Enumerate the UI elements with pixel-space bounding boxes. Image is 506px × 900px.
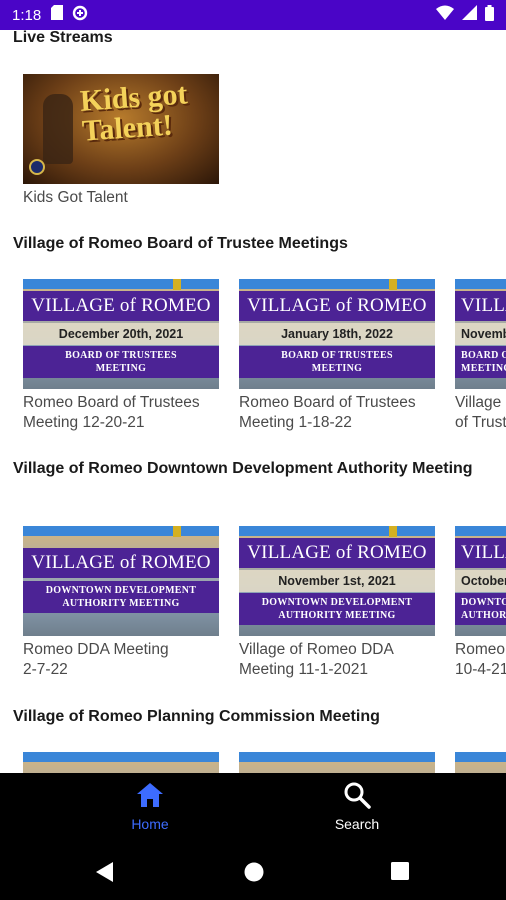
thumbnail-banner: VILLAGE of ROMEO: [455, 291, 506, 321]
video-thumbnail[interactable]: VILLAGE of ROMEO October DOWNTOWN DEVELO…: [455, 526, 506, 636]
thumbnail-subtitle: DOWNTOWN DEVELOPMENT AUTHORITY MEETING: [23, 581, 219, 613]
video-thumbnail[interactable]: VILLAGE of ROMEO December 20th, 2021 BOA…: [23, 279, 219, 389]
thumbnail-banner: VILLAGE of ROMEO: [23, 291, 219, 321]
section-title-live-streams: Live Streams: [13, 30, 113, 46]
video-thumbnail[interactable]: VILLAGE of ROMEO November 1st, 2021 DOWN…: [239, 526, 435, 636]
video-card[interactable]: VILLAGE of ROMEO December 20th, 2021 BOA…: [23, 279, 219, 433]
nav-search-tab[interactable]: Search: [302, 781, 412, 832]
video-card[interactable]: VILLAGE of ROMEO October DOWNTOWN DEVELO…: [455, 526, 506, 680]
section-title-planning-commission: Village of Romeo Planning Commission Mee…: [13, 708, 380, 725]
thumbnail-date: November: [455, 323, 506, 345]
video-thumbnail[interactable]: [455, 752, 506, 773]
thumbnail-date: January 18th, 2022: [239, 323, 435, 345]
thumbnail-banner: VILLAGE of ROMEO: [455, 538, 506, 568]
back-icon[interactable]: [95, 861, 115, 888]
video-title: Romeo DDA Meeting 10-4-21: [455, 641, 506, 678]
status-time: 1:18: [12, 6, 42, 24]
thumbnail-subtitle: BOARD OF TRUSTEES MEETING: [239, 346, 435, 378]
data-saver-icon: [72, 5, 88, 26]
system-navigation-bar: [0, 846, 506, 900]
recents-icon[interactable]: [390, 861, 410, 886]
video-card[interactable]: VILLAGE of ROMEO November BOARD OF TRUST…: [455, 279, 506, 433]
bottom-navigation: Home Search: [0, 773, 506, 846]
video-title: Romeo Board of Trustees Meeting 12-20-21: [23, 394, 200, 431]
video-card[interactable]: Kids got Talent! Kids Got Talent: [23, 74, 219, 208]
video-thumbnail[interactable]: [23, 752, 219, 773]
thumbnail-banner: VILLAGE of ROMEO: [23, 548, 219, 578]
content-scroll-area[interactable]: Live Streams Kids got Talent! Kids Got T…: [0, 30, 506, 773]
search-icon: [343, 782, 371, 813]
thumbnail-subtitle: DOWNTOWN DEVELOPMENT AUTHORITY MEETING: [239, 593, 435, 625]
video-card[interactable]: VILLAGE of ROMEO November 1st, 2021 DOWN…: [239, 526, 435, 680]
row-live-streams[interactable]: Kids got Talent! Kids Got Talent: [23, 74, 506, 244]
sd-card-icon: [51, 5, 64, 25]
video-title: Village of Romeo Board of Trustees: [455, 394, 506, 431]
video-title: Kids Got Talent: [23, 189, 128, 206]
section-title-board-of-trustees: Village of Romeo Board of Trustee Meetin…: [13, 235, 348, 252]
kiwanis-logo-icon: [29, 159, 45, 175]
video-thumbnail[interactable]: VILLAGE of ROMEO November BOARD OF TRUST…: [455, 279, 506, 389]
home-icon: [135, 783, 165, 813]
thumbnail-person: [43, 94, 73, 164]
section-title-dda: Village of Romeo Downtown Development Au…: [13, 460, 473, 477]
signal-icon: [462, 5, 477, 25]
thumbnail-date: October: [455, 570, 506, 592]
video-thumbnail[interactable]: VILLAGE of ROMEO DOWNTOWN DEVELOPMENT AU…: [23, 526, 219, 636]
flag-icon: [173, 279, 181, 290]
battery-icon: [485, 4, 494, 26]
video-title: Romeo Board of Trustees Meeting 1-18-22: [239, 394, 416, 431]
nav-search-label: Search: [334, 816, 380, 832]
home-circle-icon[interactable]: [243, 861, 265, 888]
thumbnail-banner: VILLAGE of ROMEO: [239, 538, 435, 568]
nav-home-tab[interactable]: Home: [95, 781, 205, 832]
row-board-of-trustees[interactable]: VILLAGE of ROMEO December 20th, 2021 BOA…: [23, 279, 506, 449]
video-card[interactable]: [455, 752, 506, 773]
nav-home-label: Home: [131, 816, 169, 832]
flag-icon: [389, 279, 397, 290]
thumbnail-subtitle: DOWNTOWN DEVELOPMENT AUTHORITY MEETING: [455, 593, 506, 625]
row-planning-commission[interactable]: [23, 752, 506, 773]
video-thumbnail[interactable]: [239, 752, 435, 773]
thumbnail-subtitle: BOARD OF TRUSTEES MEETING: [23, 346, 219, 378]
flag-icon: [389, 526, 397, 537]
video-title: Village of Romeo DDA Meeting 11-1-2021: [239, 641, 394, 678]
thumbnail-banner: VILLAGE of ROMEO: [239, 291, 435, 321]
video-thumbnail[interactable]: Kids got Talent!: [23, 74, 219, 184]
video-card[interactable]: [23, 752, 219, 773]
status-bar: 1:18: [0, 0, 506, 30]
video-title: Romeo DDA Meeting 2-7-22: [23, 641, 169, 678]
thumbnail-date: November 1st, 2021: [239, 570, 435, 592]
video-card[interactable]: [239, 752, 435, 773]
thumbnail-date: December 20th, 2021: [23, 323, 219, 345]
row-dda[interactable]: VILLAGE of ROMEO DOWNTOWN DEVELOPMENT AU…: [23, 526, 506, 696]
video-card[interactable]: VILLAGE of ROMEO January 18th, 2022 BOAR…: [239, 279, 435, 433]
video-thumbnail[interactable]: VILLAGE of ROMEO January 18th, 2022 BOAR…: [239, 279, 435, 389]
thumbnail-text: Kids got Talent!: [78, 77, 189, 148]
wifi-icon: [436, 5, 454, 25]
flag-icon: [173, 526, 181, 537]
thumbnail-subtitle: BOARD OF TRUSTEES MEETING: [455, 346, 506, 378]
video-card[interactable]: VILLAGE of ROMEO DOWNTOWN DEVELOPMENT AU…: [23, 526, 219, 680]
